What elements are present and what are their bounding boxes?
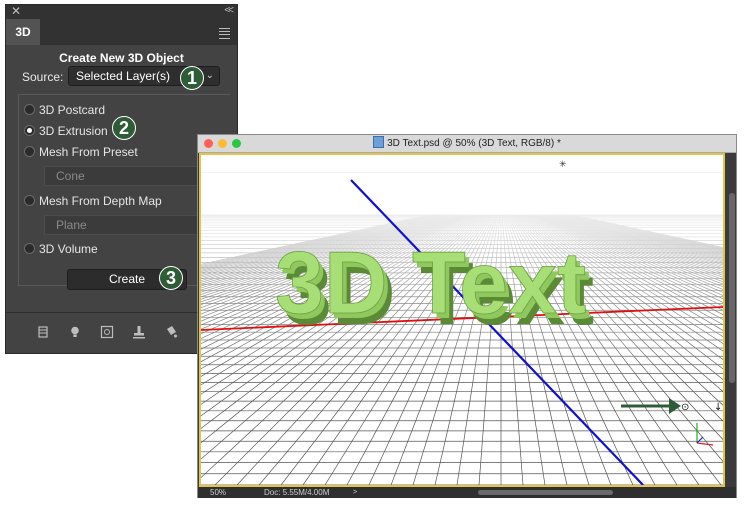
option-label: 3D Extrusion (39, 124, 108, 138)
document-title: 3D Text.psd @ 50% (3D Text, RGB/8) * (198, 135, 736, 152)
callout-2: 2 (112, 116, 136, 140)
psd-file-icon (373, 136, 385, 149)
3d-text-face: 3D Text (275, 233, 586, 332)
horizontal-scroll-thumb[interactable] (478, 490, 613, 495)
radio-button[interactable] (24, 104, 35, 115)
vertical-scrollbar[interactable] (728, 153, 736, 487)
move-widget-icon[interactable]: ↓ (714, 402, 722, 413)
status-menu-arrow[interactable]: > (353, 487, 357, 498)
source-value: Selected Layer(s) (76, 69, 171, 83)
document-size-info: Doc: 5.55M/4.00M (264, 488, 330, 497)
radio-button[interactable] (24, 243, 35, 254)
camera-orbit-icon[interactable]: ⊙ (681, 402, 689, 413)
3d-text-object[interactable]: 3D Text 3D Text 3D Text (275, 233, 595, 343)
panel-tab-row: 3D (6, 19, 237, 45)
sun-light-icon[interactable]: ✳ (559, 160, 567, 170)
panel-header-bar: ✕ << (6, 4, 237, 19)
collapse-icon[interactable]: << (224, 4, 234, 18)
chevron-down-icon: ⌄ (205, 70, 214, 81)
callout-3: 3 (159, 266, 183, 290)
canvas-top-strip (201, 155, 723, 173)
radio-button[interactable] (24, 195, 35, 206)
3d-scene[interactable]: ✳ 3D Text 3D Text 3D Text ⊙ ↓ (201, 155, 723, 485)
camera-view-icon[interactable] (100, 325, 114, 339)
canvas-area[interactable]: ✳ 3D Text 3D Text 3D Text ⊙ ↓ (199, 153, 725, 487)
environment-icon[interactable] (36, 325, 50, 339)
light-bulb-icon[interactable] (68, 325, 82, 339)
status-bar: 50% Doc: 5.55M/4.00M > (198, 487, 736, 498)
tab-3d[interactable]: 3D (6, 19, 40, 45)
option-label: Mesh From Depth Map (39, 194, 162, 208)
panel-heading: Create New 3D Object (59, 51, 184, 65)
document-window: 3D Text.psd @ 50% (3D Text, RGB/8) * ✳ 3… (197, 134, 737, 498)
option-label: Mesh From Preset (39, 145, 138, 159)
close-icon[interactable]: ✕ (11, 4, 21, 18)
paint-bucket-icon[interactable] (164, 325, 178, 339)
source-label: Source: (22, 70, 64, 84)
stamp-icon[interactable] (132, 325, 146, 339)
radio-button-selected[interactable] (24, 125, 35, 136)
zoom-level[interactable]: 50% (210, 487, 226, 498)
radio-button[interactable] (24, 146, 35, 157)
option-label: 3D Postcard (39, 103, 106, 117)
document-title-text: 3D Text.psd @ 50% (3D Text, RGB/8) * (387, 138, 561, 149)
vertical-scroll-thumb[interactable] (729, 193, 735, 383)
option-label: 3D Volume (39, 242, 98, 256)
callout-1: 1 (180, 66, 204, 90)
document-titlebar[interactable]: 3D Text.psd @ 50% (3D Text, RGB/8) * (198, 135, 736, 153)
panel-menu-icon[interactable] (219, 28, 230, 39)
